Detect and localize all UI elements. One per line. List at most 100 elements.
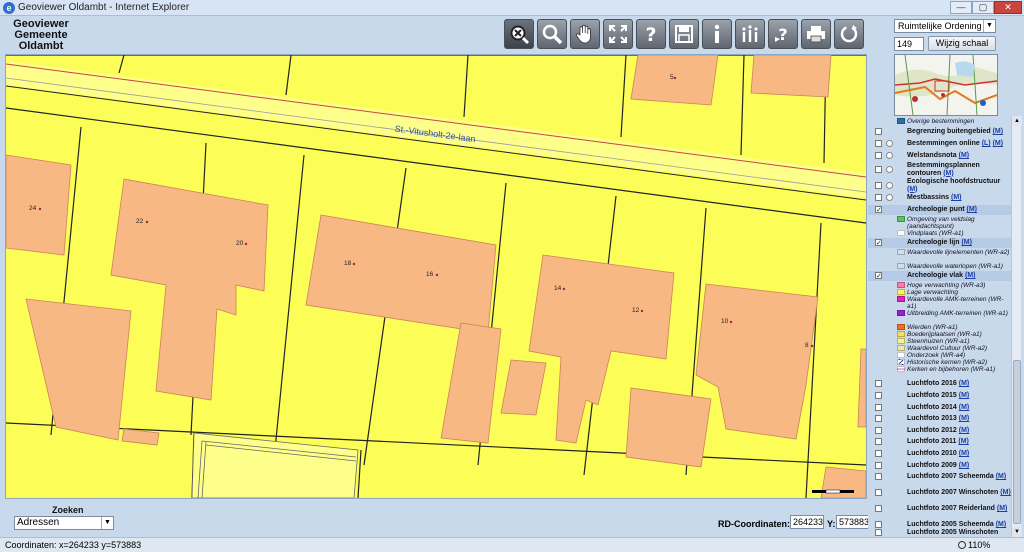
metadata-link[interactable]: (M) (965, 272, 976, 279)
metadata-link[interactable]: (M) (958, 438, 969, 445)
layer-checkbox[interactable] (875, 473, 882, 480)
layer-radio[interactable] (886, 152, 893, 159)
query-help-tool[interactable]: ? (768, 19, 798, 49)
metadata-link[interactable]: (M) (907, 186, 918, 193)
layer-row-luchtfoto[interactable]: Luchtfoto 2010 (M) (868, 450, 1011, 459)
layer-row-luchtfoto[interactable]: Luchtfoto 2012 (M) (868, 427, 1011, 436)
rd-y-field[interactable]: 573883 (836, 515, 870, 529)
layer-checkbox-checked[interactable]: ✓ (875, 272, 882, 280)
layer-checkbox[interactable] (875, 194, 882, 201)
metadata-link[interactable]: (M) (961, 239, 972, 246)
layer-row-bestemmingsplannen[interactable]: Bestemmingsplannen contouren (M) (868, 162, 1011, 178)
layer-row-mestbassins[interactable]: Mestbassins (M) (868, 194, 1011, 203)
metadata-link[interactable]: (M) (967, 206, 978, 213)
layer-row-archeologie-punt[interactable]: ✓ Archeologie punt (M) (868, 205, 1011, 215)
multi-info-tool[interactable] (735, 19, 765, 49)
layer-radio[interactable] (886, 182, 893, 189)
minimize-button[interactable]: — (950, 1, 972, 14)
full-extent-tool[interactable] (603, 19, 633, 49)
layer-checkbox[interactable] (875, 415, 882, 422)
scale-input[interactable]: 149 (894, 37, 924, 51)
scroll-up-arrow-icon[interactable]: ▲ (1012, 116, 1022, 126)
zoom-out-icon (510, 25, 530, 45)
layer-row-luchtfoto[interactable]: Luchtfoto 2007 Winschoten (M) (868, 489, 1011, 505)
layer-row-begrenzing[interactable]: Begrenzing buitengebied (M) (868, 128, 1011, 137)
scroll-down-arrow-icon[interactable]: ▼ (1012, 527, 1022, 537)
scroll-thumb[interactable] (1013, 360, 1021, 524)
layer-row-luchtfoto[interactable]: Luchtfoto 2005 Winschoten (868, 529, 1011, 537)
print-tool[interactable] (801, 19, 831, 49)
zoom-level-icon[interactable] (958, 541, 966, 549)
layer-row-archeologie-lijn[interactable]: ✓ Archeologie lijn (M) (868, 238, 1011, 248)
layer-checkbox[interactable] (875, 427, 882, 434)
layer-checkbox[interactable] (875, 505, 882, 512)
search-type-select[interactable]: Adressen ▼ (14, 516, 114, 530)
layer-row-archeologie-vlak[interactable]: ✓ Archeologie vlak (M) (868, 271, 1011, 281)
layer-checkbox[interactable] (875, 380, 882, 387)
layer-checkbox[interactable] (875, 128, 882, 135)
overview-map[interactable] (894, 54, 998, 116)
metadata-link[interactable]: (M) (996, 473, 1007, 480)
map-canvas[interactable]: St.-Vitusholt-2e-laan 24 22 20 18 16 14 … (5, 54, 867, 499)
layer-row-luchtfoto[interactable]: Luchtfoto 2016 (M) (868, 380, 1011, 389)
legend-link[interactable]: (L) (982, 140, 991, 147)
layer-checkbox[interactable] (875, 166, 882, 173)
layer-row-ecologische[interactable]: Ecologische hoofdstructuur (M) (868, 178, 1011, 194)
metadata-link[interactable]: (M) (959, 427, 970, 434)
metadata-link[interactable]: (M) (959, 380, 970, 387)
layer-checkbox[interactable] (875, 450, 882, 457)
layer-checkbox[interactable] (875, 462, 882, 469)
layer-row-luchtfoto[interactable]: Luchtfoto 2005 Scheemda (M) (868, 521, 1011, 529)
layer-row-luchtfoto[interactable]: Luchtfoto 2013 (M) (868, 415, 1011, 424)
metadata-link[interactable]: (M) (943, 170, 954, 177)
layer-row-luchtfoto[interactable]: Luchtfoto 2014 (M) (868, 404, 1011, 413)
metadata-link[interactable]: (M) (959, 392, 970, 399)
rd-x-field[interactable]: 264233 (790, 515, 824, 529)
layer-radio[interactable] (886, 194, 893, 201)
help-tool[interactable]: ? (636, 19, 666, 49)
theme-select[interactable]: Ruimtelijke Ordening ▼ (894, 19, 996, 33)
layer-radio[interactable] (886, 140, 893, 147)
layer-checkbox[interactable] (875, 438, 882, 445)
metadata-link[interactable]: (M) (1000, 489, 1011, 496)
metadata-link[interactable]: (M) (997, 505, 1008, 512)
metadata-link[interactable]: (M) (993, 128, 1004, 135)
metadata-link[interactable]: (M) (959, 462, 970, 469)
layer-checkbox[interactable] (875, 521, 882, 528)
layer-list-scrollbar[interactable]: ▲ ▼ (1011, 116, 1022, 537)
layer-radio[interactable] (886, 166, 893, 173)
layer-row-luchtfoto[interactable]: Luchtfoto 2007 Scheemda (M) (868, 473, 1011, 489)
metadata-link[interactable]: (M) (959, 415, 970, 422)
layer-checkbox[interactable] (875, 140, 882, 147)
zoom-out-tool[interactable] (504, 19, 534, 49)
layer-row-luchtfoto[interactable]: Luchtfoto 2011 (M) (868, 438, 1011, 447)
layer-checkbox[interactable] (875, 489, 882, 496)
layer-checkbox[interactable] (875, 182, 882, 189)
layer-checkbox[interactable] (875, 529, 882, 536)
pan-tool[interactable] (570, 19, 600, 49)
metadata-link[interactable]: (M) (951, 194, 962, 201)
info-tool[interactable] (702, 19, 732, 49)
metadata-link[interactable]: (M) (996, 521, 1007, 528)
layer-row-luchtfoto[interactable]: Luchtfoto 2009 (M) (868, 462, 1011, 471)
layer-row-luchtfoto[interactable]: Luchtfoto 2015 (M) (868, 392, 1011, 401)
layer-row-luchtfoto[interactable]: Luchtfoto 2007 Reiderland (M) (868, 505, 1011, 521)
refresh-tool[interactable] (834, 19, 864, 49)
zoom-in-tool[interactable] (537, 19, 567, 49)
layer-checkbox[interactable] (875, 404, 882, 411)
layer-row-welstandsnota[interactable]: Welstandsnota (M) (868, 152, 1011, 161)
metadata-link[interactable]: (M) (959, 404, 970, 411)
metadata-link[interactable]: (M) (959, 450, 970, 457)
layer-row-bestemmingen-online[interactable]: Bestemmingen online (L) (M) (868, 140, 1011, 149)
layer-checkbox-checked[interactable]: ✓ (875, 206, 882, 214)
change-scale-button[interactable]: Wijzig schaal (928, 36, 996, 51)
maximize-button[interactable]: ▢ (972, 1, 994, 14)
close-button[interactable]: ✕ (994, 1, 1022, 14)
metadata-link[interactable]: (M) (959, 152, 970, 159)
save-tool[interactable] (669, 19, 699, 49)
layer-checkbox[interactable] (875, 392, 882, 399)
layer-checkbox[interactable] (875, 152, 882, 159)
metadata-link[interactable]: (M) (993, 140, 1004, 147)
zoom-level[interactable]: 110% (968, 540, 990, 550)
layer-checkbox-checked[interactable]: ✓ (875, 239, 882, 247)
